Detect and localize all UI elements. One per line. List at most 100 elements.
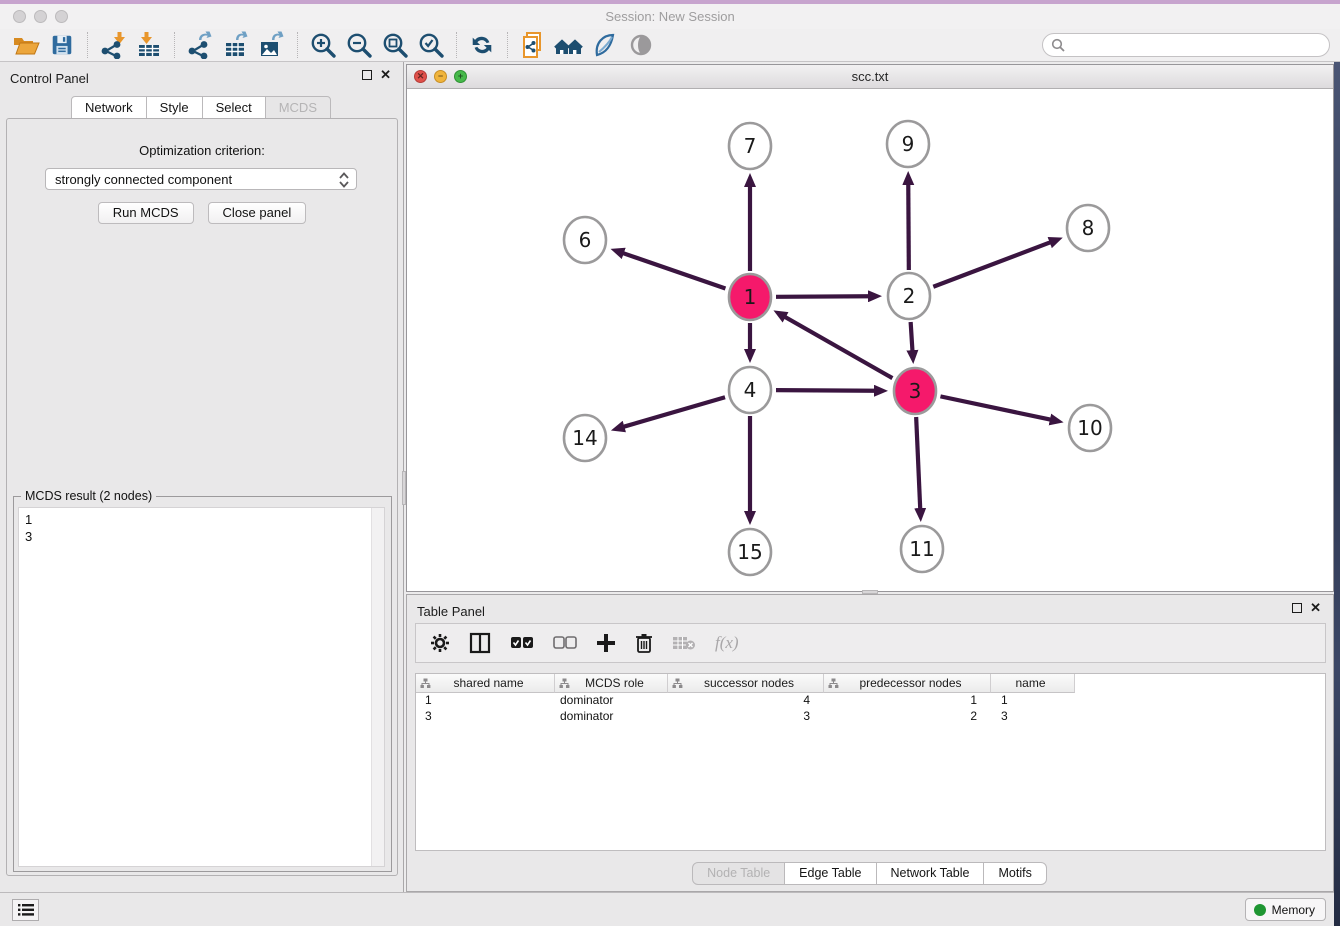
node-table-header: shared name MCDS role successor nodes pr…: [416, 674, 1325, 693]
export-image-icon[interactable]: [254, 30, 290, 60]
cell-successor-nodes: 4: [668, 693, 824, 709]
graph-node-3[interactable]: 3: [894, 368, 936, 414]
mcds-panel: Optimization criterion: strongly connect…: [6, 118, 398, 876]
graph-node-10[interactable]: 10: [1069, 405, 1111, 451]
zoom-selected-icon[interactable]: [413, 30, 449, 60]
run-mcds-button[interactable]: Run MCDS: [98, 202, 194, 224]
graph-node-label: 3: [909, 379, 922, 403]
zoom-fit-icon[interactable]: [377, 30, 413, 60]
memory-status-icon: [1254, 904, 1266, 916]
column-header-successor-nodes[interactable]: successor nodes: [668, 674, 824, 693]
graph-node-11[interactable]: 11: [901, 526, 943, 572]
graph-edge-3-1[interactable]: [785, 317, 893, 378]
splitter-grip-vertical[interactable]: [402, 471, 406, 505]
graph-edge-4-3[interactable]: [776, 390, 875, 391]
function-builder-icon[interactable]: f(x): [715, 633, 739, 653]
deselect-all-icon[interactable]: [553, 636, 577, 650]
toolbar-separator: [297, 32, 298, 58]
graph-node-6[interactable]: 6: [564, 217, 606, 263]
refresh-icon[interactable]: [464, 30, 500, 60]
zoom-in-icon[interactable]: [305, 30, 341, 60]
graph-node-2[interactable]: 2: [888, 273, 930, 319]
search-input[interactable]: [1070, 38, 1329, 52]
graph-node-4[interactable]: 4: [729, 367, 771, 413]
graph-edge-3-11[interactable]: [916, 417, 920, 509]
graph-node-15[interactable]: 15: [729, 529, 771, 575]
hide-panel-icon[interactable]: [623, 30, 659, 60]
open-session-icon[interactable]: [8, 30, 44, 60]
column-header-mcds-role[interactable]: MCDS role: [555, 674, 668, 693]
duplicate-network-icon[interactable]: [515, 30, 551, 60]
network-overview-icon[interactable]: [551, 30, 587, 60]
graph-edge-2-9[interactable]: [908, 184, 909, 270]
tab-motifs[interactable]: Motifs: [983, 862, 1046, 885]
import-table-icon[interactable]: [131, 30, 167, 60]
table-row[interactable]: 1 dominator 4 1 1: [416, 693, 1325, 709]
save-session-icon[interactable]: [44, 30, 80, 60]
graph-node-8[interactable]: 8: [1067, 205, 1109, 251]
dropdown-value: strongly connected component: [55, 172, 232, 187]
graph-edge-1-6[interactable]: [623, 253, 726, 288]
float-panel-icon[interactable]: [362, 70, 372, 80]
close-panel-button[interactable]: Close panel: [208, 202, 307, 224]
tab-node-table[interactable]: Node Table: [692, 862, 785, 885]
settings-icon[interactable]: [430, 633, 450, 653]
memory-button[interactable]: Memory: [1245, 898, 1326, 921]
close-panel-icon[interactable]: ✕: [380, 70, 391, 80]
graph-node-label: 9: [902, 132, 915, 156]
column-header-name[interactable]: name: [991, 674, 1075, 693]
application-window: Session: New Session: [0, 0, 1340, 926]
delete-table-icon[interactable]: [672, 635, 696, 651]
graph-node-7[interactable]: 7: [729, 123, 771, 169]
network-window-titlebar[interactable]: ✕ − + scc.txt: [407, 65, 1333, 89]
graph-node-14[interactable]: 14: [564, 415, 606, 461]
table-toolbar: f(x): [415, 623, 1326, 663]
tab-network[interactable]: Network: [71, 96, 147, 120]
tab-style[interactable]: Style: [146, 96, 203, 120]
graph-edge-4-14[interactable]: [623, 397, 725, 427]
graph-node-label: 10: [1077, 416, 1102, 440]
optimization-criterion-dropdown[interactable]: strongly connected component: [45, 168, 357, 190]
column-header-shared-name[interactable]: shared name: [416, 674, 555, 693]
tab-edge-table[interactable]: Edge Table: [784, 862, 876, 885]
search-box[interactable]: [1042, 33, 1330, 57]
network-canvas[interactable]: 7 9 6 8 1 2 4 3 14 10 15 11: [407, 89, 1333, 591]
node-table[interactable]: shared name MCDS role successor nodes pr…: [415, 673, 1326, 851]
tab-select[interactable]: Select: [202, 96, 266, 120]
mcds-result-textarea[interactable]: 1 3: [18, 507, 385, 867]
control-panel-tabs: Network Style Select MCDS: [0, 96, 403, 120]
zoom-out-icon[interactable]: [341, 30, 377, 60]
graph-node-label: 7: [744, 134, 757, 158]
table-row[interactable]: 3 dominator 3 2 3: [416, 709, 1325, 725]
network-view-window: ✕ − + scc.txt 7 9 6 8 1 2 4 3 14 10 15 11: [406, 64, 1334, 592]
close-panel-icon[interactable]: ✕: [1310, 603, 1321, 613]
graph-node-1[interactable]: 1: [729, 274, 771, 320]
graph-node-9[interactable]: 9: [887, 121, 929, 167]
add-row-icon[interactable]: [596, 633, 616, 653]
vizmap-icon[interactable]: [587, 30, 623, 60]
select-all-icon[interactable]: [510, 636, 534, 650]
table-panel-tabs: Node Table Edge Table Network Table Moti…: [407, 862, 1333, 885]
task-console-button[interactable]: [12, 899, 39, 921]
control-panel: Control Panel ✕ Network Style Select MCD…: [0, 62, 404, 892]
table-panel-title: Table Panel: [417, 604, 485, 619]
columns-icon[interactable]: [469, 632, 491, 654]
export-table-icon[interactable]: [218, 30, 254, 60]
tab-network-table[interactable]: Network Table: [876, 862, 985, 885]
graph-edge-2-3[interactable]: [911, 322, 913, 351]
graph-edge-3-10[interactable]: [940, 396, 1050, 419]
graph-node-label: 15: [737, 540, 762, 564]
column-type-icon: [828, 678, 839, 689]
column-header-predecessor-nodes[interactable]: predecessor nodes: [824, 674, 991, 693]
float-panel-icon[interactable]: [1292, 603, 1302, 613]
delete-row-icon[interactable]: [635, 633, 653, 653]
cell-predecessor-nodes: 1: [824, 693, 991, 709]
graph-edge-2-8[interactable]: [933, 242, 1050, 287]
tab-mcds[interactable]: MCDS: [265, 96, 331, 120]
graph-edge-1-2[interactable]: [776, 296, 869, 297]
export-network-icon[interactable]: [182, 30, 218, 60]
import-network-icon[interactable]: [95, 30, 131, 60]
cell-mcds-role: dominator: [555, 709, 668, 725]
result-scrollbar[interactable]: [371, 508, 384, 866]
graph-node-label: 6: [579, 228, 592, 252]
